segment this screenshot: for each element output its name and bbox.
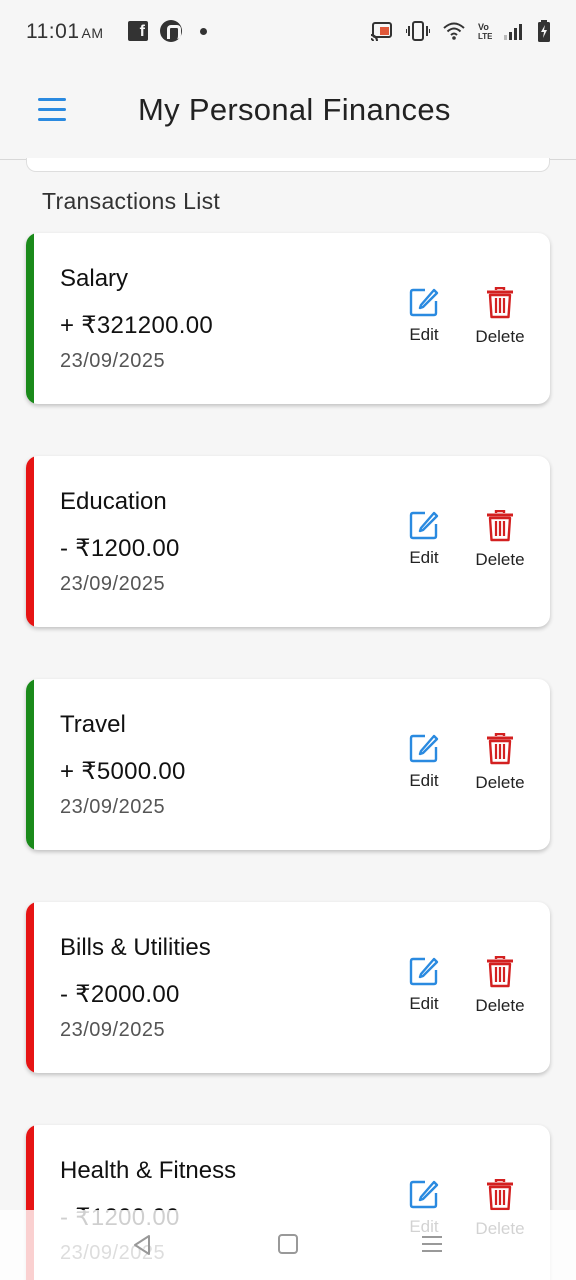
delete-button[interactable]: Delete — [470, 956, 530, 1016]
back-icon[interactable] — [132, 1234, 152, 1256]
trash-icon — [487, 510, 513, 542]
section-title: Transactions List — [42, 188, 221, 214]
system-nav-bar — [0, 1210, 576, 1280]
transaction-date: 23/09/2025 — [60, 796, 166, 818]
transaction-category: Education — [60, 488, 167, 515]
notification-icons: f — [128, 20, 207, 42]
transaction-date: 23/09/2025 — [60, 1019, 166, 1041]
transaction-amount: + ₹5000.00 — [60, 758, 186, 785]
hamburger-menu-icon[interactable] — [38, 98, 66, 122]
transaction-type-stripe — [26, 456, 34, 627]
transaction-category: Bills & Utilities — [60, 934, 211, 961]
transaction-date: 23/09/2025 — [60, 350, 166, 372]
delete-button[interactable]: Delete — [470, 287, 530, 347]
transaction-card: Travel + ₹5000.00 23/09/2025 Edit Delete — [26, 679, 550, 850]
edit-label: Edit — [409, 325, 439, 344]
app-bar: My Personal Finances — [0, 64, 576, 160]
delete-label: Delete — [475, 996, 525, 1015]
edit-icon — [409, 734, 439, 763]
delete-button[interactable]: Delete — [470, 733, 530, 793]
svg-text:Vo: Vo — [478, 22, 489, 32]
transaction-amount: - ₹1200.00 — [60, 535, 180, 562]
summary-card-edge — [26, 158, 550, 172]
transaction-card: Education - ₹1200.00 23/09/2025 Edit Del… — [26, 456, 550, 627]
transaction-card: Salary + ₹321200.00 23/09/2025 Edit Dele… — [26, 233, 550, 404]
edit-button[interactable]: Edit — [404, 733, 444, 791]
svg-text:LTE: LTE — [478, 32, 492, 41]
recent-apps-icon[interactable] — [421, 1234, 443, 1254]
more-notifications-icon — [200, 27, 207, 35]
transaction-type-stripe — [26, 233, 34, 404]
edit-icon — [409, 1180, 439, 1209]
status-bar: 11:01 AM f Vo LTE — [0, 0, 576, 64]
volte-icon: Vo LTE — [478, 22, 492, 41]
status-time-ampm: AM — [81, 25, 104, 41]
edit-label: Edit — [409, 771, 439, 790]
edit-button[interactable]: Edit — [404, 956, 444, 1014]
edit-icon — [409, 957, 439, 986]
vibrate-icon — [406, 21, 430, 41]
page-title: My Personal Finances — [138, 92, 451, 127]
cast-icon — [370, 22, 392, 41]
wifi-icon — [443, 22, 465, 40]
edit-icon — [409, 288, 439, 317]
edit-label: Edit — [409, 548, 439, 567]
trash-icon — [487, 733, 513, 765]
transaction-amount: + ₹321200.00 — [60, 312, 214, 339]
home-icon[interactable] — [278, 1234, 298, 1254]
transaction-category: Salary — [60, 265, 129, 292]
delete-label: Delete — [475, 327, 525, 346]
delete-label: Delete — [475, 550, 525, 569]
battery-icon — [538, 20, 550, 42]
transaction-type-stripe — [26, 902, 34, 1073]
transaction-date: 23/09/2025 — [60, 573, 166, 595]
edit-button[interactable]: Edit — [404, 287, 444, 345]
transaction-category: Health & Fitness — [60, 1157, 237, 1184]
transaction-type-stripe — [26, 679, 34, 850]
signal-icon — [504, 24, 522, 40]
edit-icon — [409, 511, 439, 540]
transaction-amount: - ₹2000.00 — [60, 981, 180, 1008]
delete-label: Delete — [475, 773, 525, 792]
edit-button[interactable]: Edit — [404, 510, 444, 568]
trash-icon — [487, 956, 513, 988]
status-time: 11:01 AM — [26, 20, 104, 44]
transaction-card: Bills & Utilities - ₹2000.00 23/09/2025 … — [26, 902, 550, 1073]
trash-icon — [487, 287, 513, 319]
system-icons: Vo LTE — [370, 20, 550, 42]
facebook-icon: f — [128, 21, 148, 41]
app-notification-icon — [160, 20, 182, 42]
status-time-value: 11:01 — [26, 20, 80, 43]
trash-icon — [487, 1179, 513, 1211]
transaction-category: Travel — [60, 711, 126, 738]
delete-button[interactable]: Delete — [470, 510, 530, 570]
edit-label: Edit — [409, 994, 439, 1013]
